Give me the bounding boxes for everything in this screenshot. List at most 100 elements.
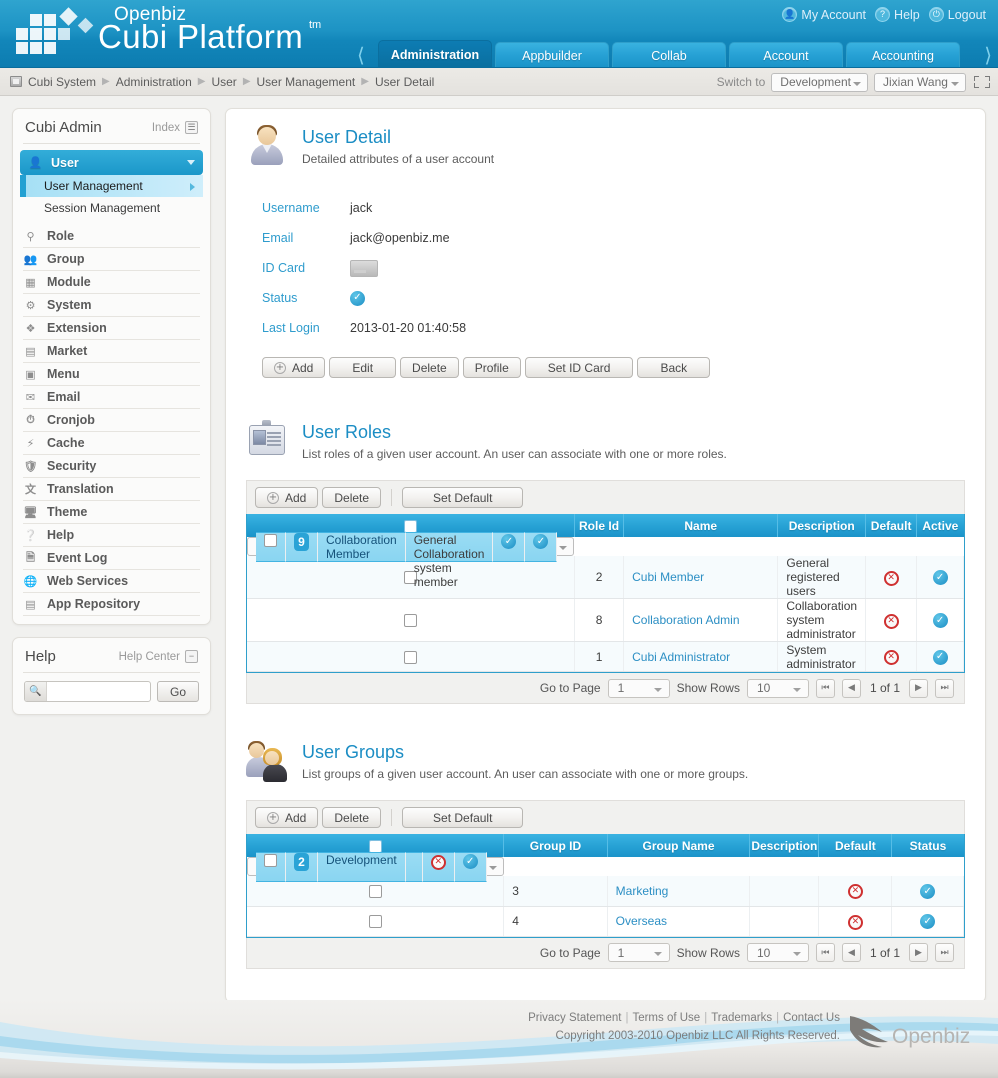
- table-row[interactable]: 2 Cubi Member General registered users ✕…: [247, 556, 964, 599]
- group-name-link[interactable]: Marketing: [616, 884, 669, 898]
- col-group-name[interactable]: Group Name: [607, 834, 750, 857]
- sidebar-item-system[interactable]: ⚙ System: [23, 294, 200, 317]
- privacy-statement-link[interactable]: Privacy Statement: [528, 1012, 621, 1024]
- breadcrumb-item-3[interactable]: User Management: [257, 75, 356, 89]
- help-search-input[interactable]: [47, 685, 150, 699]
- page-select[interactable]: 1: [608, 943, 670, 962]
- sidebar-item-extension[interactable]: ❖ Extension: [23, 317, 200, 340]
- row-checkbox-cell[interactable]: [247, 642, 574, 672]
- row-checkbox[interactable]: [264, 534, 277, 547]
- prev-page-icon[interactable]: ◀: [842, 943, 861, 962]
- groups-set-default-button[interactable]: Set Default: [402, 807, 523, 828]
- page-select[interactable]: 1: [608, 679, 670, 698]
- row-checkbox[interactable]: [264, 854, 277, 867]
- tab-collab[interactable]: Collab: [612, 42, 726, 68]
- rows-select[interactable]: 10: [747, 943, 809, 962]
- tab-accounting[interactable]: Accounting: [846, 42, 960, 68]
- sidebar-item-app-repository[interactable]: ▤ App Repository: [23, 593, 200, 616]
- breadcrumb-item-2[interactable]: User: [211, 75, 236, 89]
- help-center-link[interactable]: Help Center: [119, 651, 180, 663]
- sidebar-item-help[interactable]: ❔ Help: [23, 524, 200, 547]
- col-name[interactable]: Name: [624, 514, 778, 537]
- set-id-card-button[interactable]: Set ID Card: [525, 357, 634, 378]
- role-name-link[interactable]: Collaboration Member: [326, 533, 397, 561]
- trademarks-link[interactable]: Trademarks: [711, 1012, 772, 1024]
- row-checkbox-cell[interactable]: [256, 532, 286, 562]
- table-row[interactable]: 1 Cubi Administrator System administrato…: [247, 642, 964, 672]
- cell-name[interactable]: Collaboration Admin: [624, 599, 778, 642]
- rows-select[interactable]: 10: [747, 679, 809, 698]
- row-checkbox-cell[interactable]: [247, 906, 504, 936]
- table-row[interactable]: 8 Collaboration Admin Collaboration syst…: [247, 599, 964, 642]
- logout-label[interactable]: Logout: [948, 8, 986, 22]
- sidebar-item-module[interactable]: ▦ Module: [23, 271, 200, 294]
- sidebar-item-email[interactable]: ✉ Email: [23, 386, 200, 409]
- breadcrumb-item-1[interactable]: Administration: [116, 75, 192, 89]
- next-page-icon[interactable]: ▶: [909, 943, 928, 962]
- row-checkbox[interactable]: [369, 915, 382, 928]
- roles-delete-button[interactable]: Delete: [322, 487, 381, 508]
- row-checkbox-cell[interactable]: [247, 599, 574, 642]
- group-name-link[interactable]: Overseas: [616, 914, 667, 928]
- contact-us-link[interactable]: Contact Us: [783, 1012, 840, 1024]
- col-default[interactable]: Default: [819, 834, 892, 857]
- col-active[interactable]: Active: [917, 514, 964, 537]
- terms-of-use-link[interactable]: Terms of Use: [632, 1012, 700, 1024]
- delete-button[interactable]: Delete: [400, 357, 459, 378]
- breadcrumb-item-0[interactable]: Cubi System: [28, 75, 96, 89]
- cell-group-name[interactable]: Overseas: [607, 906, 750, 936]
- first-page-icon[interactable]: ⏮: [816, 943, 835, 962]
- logout-link[interactable]: ⏻ Logout: [929, 7, 986, 22]
- sidebar-group-user[interactable]: 👤 User: [20, 150, 203, 175]
- sidebar-item-market[interactable]: ▤ Market: [23, 340, 200, 363]
- next-page-icon[interactable]: ▶: [909, 679, 928, 698]
- help-link[interactable]: ? Help: [875, 7, 920, 22]
- breadcrumb-item-4[interactable]: User Detail: [375, 75, 434, 89]
- table-row[interactable]: 2 Development ✕ ✓: [247, 857, 504, 876]
- col-group-id[interactable]: Group ID: [504, 834, 607, 857]
- sidebar-item-menu[interactable]: ▣ Menu: [23, 363, 200, 386]
- col-description[interactable]: Description: [778, 514, 866, 537]
- table-row[interactable]: 9 Collaboration Member General Collabora…: [247, 537, 574, 556]
- cell-name[interactable]: Collaboration Member: [318, 532, 406, 562]
- col-role-id[interactable]: Role Id: [574, 514, 623, 537]
- role-name-link[interactable]: Cubi Member: [632, 570, 704, 584]
- cell-group-name[interactable]: Development: [318, 852, 406, 882]
- sidebar-item-cache[interactable]: ⚡ Cache: [23, 432, 200, 455]
- sidebar-item-event-log[interactable]: 🗎 Event Log: [23, 547, 200, 570]
- row-checkbox[interactable]: [404, 651, 417, 664]
- role-name-link[interactable]: Cubi Administrator: [632, 650, 730, 664]
- groups-delete-button[interactable]: Delete: [322, 807, 381, 828]
- groups-add-button[interactable]: + Add: [255, 807, 318, 828]
- col-status[interactable]: Status: [892, 834, 964, 857]
- help-label[interactable]: Help: [894, 8, 920, 22]
- sidebar-item-translation[interactable]: 文 Translation: [23, 478, 200, 501]
- sidebar-item-cronjob[interactable]: ⏱ Cronjob: [23, 409, 200, 432]
- collapse-icon[interactable]: −: [185, 650, 198, 663]
- row-checkbox-cell[interactable]: [256, 852, 286, 882]
- help-search-box[interactable]: 🔍: [24, 681, 151, 702]
- my-account-link[interactable]: 👤 My Account: [782, 7, 866, 22]
- my-account-label[interactable]: My Account: [801, 8, 866, 22]
- last-page-icon[interactable]: ⏭: [935, 943, 954, 962]
- tab-administration[interactable]: Administration: [378, 40, 492, 68]
- roles-add-button[interactable]: + Add: [255, 487, 318, 508]
- help-go-button[interactable]: Go: [157, 681, 199, 702]
- tabs-next-arrow-icon[interactable]: ⟩: [984, 45, 992, 65]
- role-name-link[interactable]: Collaboration Admin: [632, 613, 739, 627]
- cell-group-name[interactable]: Marketing: [607, 876, 750, 906]
- table-row[interactable]: 4 Overseas ✕ ✓: [247, 906, 964, 936]
- project-select[interactable]: Development: [771, 73, 868, 92]
- tab-account[interactable]: Account: [729, 42, 843, 68]
- tabs-prev-arrow-icon[interactable]: ⟨: [357, 45, 365, 65]
- prev-page-icon[interactable]: ◀: [842, 679, 861, 698]
- app-logo[interactable]: Openbiz Cubi Platform tm: [14, 2, 344, 66]
- fullscreen-icon[interactable]: [974, 75, 990, 89]
- sidebar-item-web-services[interactable]: 🌐 Web Services: [23, 570, 200, 593]
- sidebar-index-label[interactable]: Index: [152, 122, 180, 134]
- sidebar-item-user-management[interactable]: User Management: [20, 175, 203, 197]
- sidebar-item-session-management[interactable]: Session Management: [20, 197, 203, 219]
- cell-name[interactable]: Cubi Administrator: [624, 642, 778, 672]
- row-checkbox[interactable]: [404, 614, 417, 627]
- col-default[interactable]: Default: [866, 514, 917, 537]
